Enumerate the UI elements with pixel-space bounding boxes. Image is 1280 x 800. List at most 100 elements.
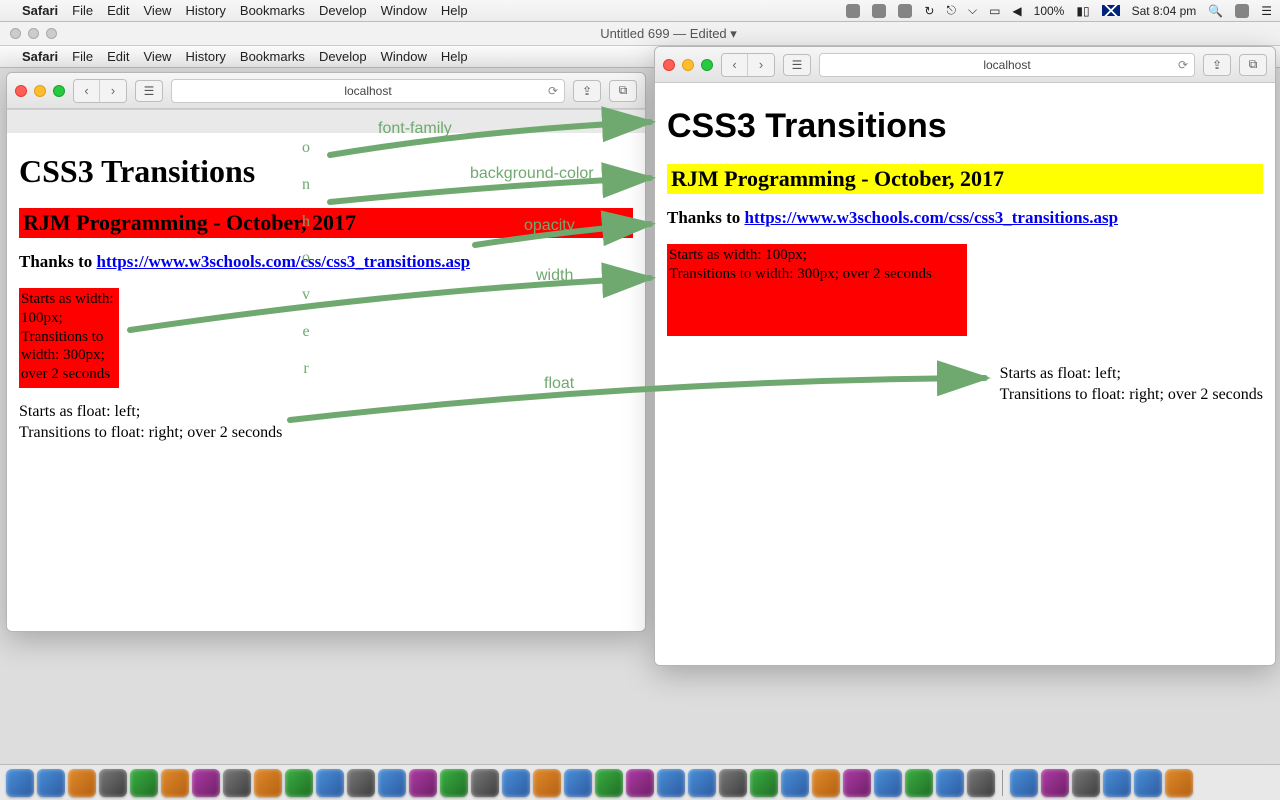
dock-app[interactable] [6,769,34,797]
dock-app[interactable] [936,769,964,797]
tabs-button[interactable]: ⧉ [609,80,637,102]
flag-icon[interactable] [1102,5,1120,16]
siri-icon[interactable] [1235,4,1249,18]
app-name[interactable]: Safari [22,3,58,18]
share-button[interactable]: ⇪ [573,80,601,102]
new-tab-button[interactable]: + [617,110,645,133]
dock-app[interactable] [378,769,406,797]
dock-app[interactable] [781,769,809,797]
dock-app[interactable] [130,769,158,797]
minimize-icon[interactable] [28,28,39,39]
forward-button[interactable]: › [748,54,774,76]
status-icon[interactable] [872,4,886,18]
dock-app[interactable] [502,769,530,797]
dock-app[interactable] [161,769,189,797]
dock-app[interactable] [595,769,623,797]
zoom-icon[interactable] [46,28,57,39]
dock-app[interactable] [409,769,437,797]
menu-view[interactable]: View [144,49,172,64]
close-icon[interactable] [663,59,675,71]
status-icon[interactable] [846,4,860,18]
dock-app[interactable] [471,769,499,797]
menu-history[interactable]: History [185,3,225,18]
dock-app[interactable] [843,769,871,797]
dock-app[interactable] [626,769,654,797]
dock-trash[interactable] [1165,769,1193,797]
dock-app[interactable] [1041,769,1069,797]
dock-app[interactable] [533,769,561,797]
dock-app[interactable] [68,769,96,797]
bluetooth-icon[interactable]: ⎋ [946,3,956,18]
zoom-icon[interactable] [701,59,713,71]
menu-develop[interactable]: Develop [319,3,367,18]
dock-app[interactable] [1103,769,1131,797]
credit-link[interactable]: https://www.w3schools.com/css/css3_trans… [744,208,1118,227]
dock-app[interactable] [905,769,933,797]
menu-window[interactable]: Window [381,49,427,64]
minimize-icon[interactable] [682,59,694,71]
share-button[interactable]: ⇪ [1203,54,1231,76]
back-button[interactable]: ‹ [722,54,748,76]
dock-app[interactable] [37,769,65,797]
menu-view[interactable]: View [144,3,172,18]
transition-width-box[interactable]: Starts as width: 100px; Transitions to w… [667,244,967,336]
dock-app[interactable] [967,769,995,797]
dock-app[interactable] [316,769,344,797]
dock-app[interactable] [1134,769,1162,797]
sidebar-button[interactable]: ☰ [135,80,163,102]
menu-help[interactable]: Help [441,49,468,64]
reload-icon[interactable]: ⟳ [548,84,558,98]
sync-icon[interactable]: ↻ [924,4,934,18]
reload-icon[interactable]: ⟳ [1178,58,1188,72]
menu-file[interactable]: File [72,3,93,18]
dock-app[interactable] [440,769,468,797]
transition-float-box[interactable]: Starts as float: left; Transitions to fl… [1000,364,1263,406]
dock-app[interactable] [564,769,592,797]
credit-link[interactable]: https://www.w3schools.com/css/css3_trans… [96,252,470,271]
dock-app[interactable] [719,769,747,797]
dock-app[interactable] [192,769,220,797]
status-icon[interactable] [898,4,912,18]
address-bar[interactable]: localhost ⟳ [819,53,1195,77]
dock-app[interactable] [874,769,902,797]
dock-app[interactable] [750,769,778,797]
tabs-button[interactable]: ⧉ [1239,54,1267,76]
menu-help[interactable]: Help [441,3,468,18]
sidebar-button[interactable]: ☰ [783,54,811,76]
menu-develop[interactable]: Develop [319,49,367,64]
back-button[interactable]: ‹ [74,80,100,102]
minimize-icon[interactable] [34,85,46,97]
menu-edit[interactable]: Edit [107,3,129,18]
wifi-icon[interactable]: ⌵ [968,3,977,18]
clock[interactable]: Sat 8:04 pm [1132,4,1197,18]
dock-app[interactable] [223,769,251,797]
battery-icon[interactable]: ▮▯ [1076,4,1089,18]
dock-app[interactable] [347,769,375,797]
display-icon[interactable]: ▭ [989,4,1000,18]
menu-file[interactable]: File [72,49,93,64]
menu-extra-icon[interactable]: ☰ [1261,4,1272,18]
close-icon[interactable] [10,28,21,39]
dock-app[interactable] [1072,769,1100,797]
dock-app[interactable] [812,769,840,797]
menu-history[interactable]: History [185,49,225,64]
dock-app[interactable] [99,769,127,797]
spotlight-icon[interactable]: 🔍 [1208,4,1223,18]
transition-width-box[interactable]: Starts as width: 100px; Transitions to w… [19,288,119,388]
dock-app[interactable] [254,769,282,797]
close-icon[interactable] [15,85,27,97]
forward-button[interactable]: › [100,80,126,102]
dock-app[interactable] [657,769,685,797]
menu-window[interactable]: Window [381,3,427,18]
menu-bookmarks[interactable]: Bookmarks [240,3,305,18]
address-bar[interactable]: localhost ⟳ [171,79,565,103]
dock-app[interactable] [1010,769,1038,797]
dock-app[interactable] [688,769,716,797]
menu-bookmarks[interactable]: Bookmarks [240,49,305,64]
transition-float-box[interactable]: Starts as float: left; Transitions to fl… [19,402,633,444]
volume-icon[interactable]: ◀ [1012,4,1021,18]
zoom-icon[interactable] [53,85,65,97]
dock-app[interactable] [285,769,313,797]
menu-edit[interactable]: Edit [107,49,129,64]
app-name[interactable]: Safari [22,49,58,64]
